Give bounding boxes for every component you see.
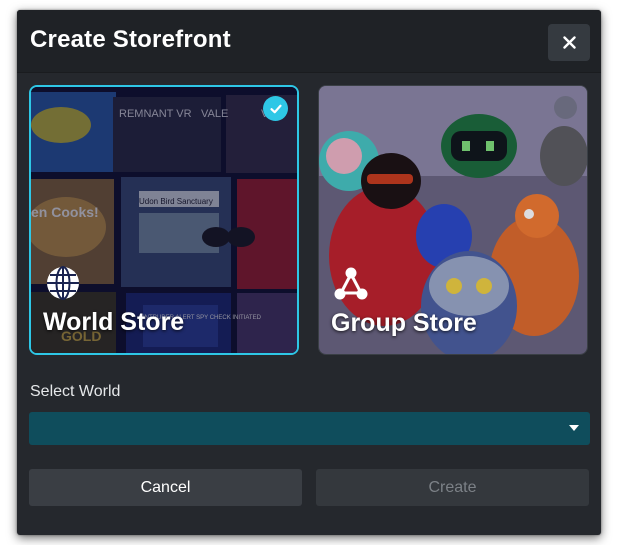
- group-store-option[interactable]: Group Store: [318, 85, 588, 355]
- group-nodes-icon: [334, 267, 368, 300]
- selected-check-icon: [263, 96, 288, 121]
- create-storefront-dialog: Create Storefront World Store Group Stor…: [17, 10, 601, 535]
- group-store-label: Group Store: [331, 309, 477, 337]
- close-icon: [562, 36, 576, 49]
- select-world-dropdown[interactable]: [29, 412, 590, 445]
- dialog-title: Create Storefront: [30, 26, 231, 53]
- world-store-option[interactable]: REMNANT VR VALE VR Udon Bird Sanctuary e…: [29, 85, 299, 355]
- globe-icon: [47, 266, 79, 300]
- create-button[interactable]: Create: [316, 469, 589, 506]
- dialog-header: Create Storefront: [17, 10, 601, 73]
- caret-down-icon: [569, 425, 579, 431]
- world-store-label: World Store: [43, 308, 185, 336]
- close-button[interactable]: [548, 24, 590, 61]
- cancel-button[interactable]: Cancel: [29, 469, 302, 506]
- unselected-radio-icon: [554, 96, 577, 119]
- select-world-label: Select World: [30, 383, 121, 400]
